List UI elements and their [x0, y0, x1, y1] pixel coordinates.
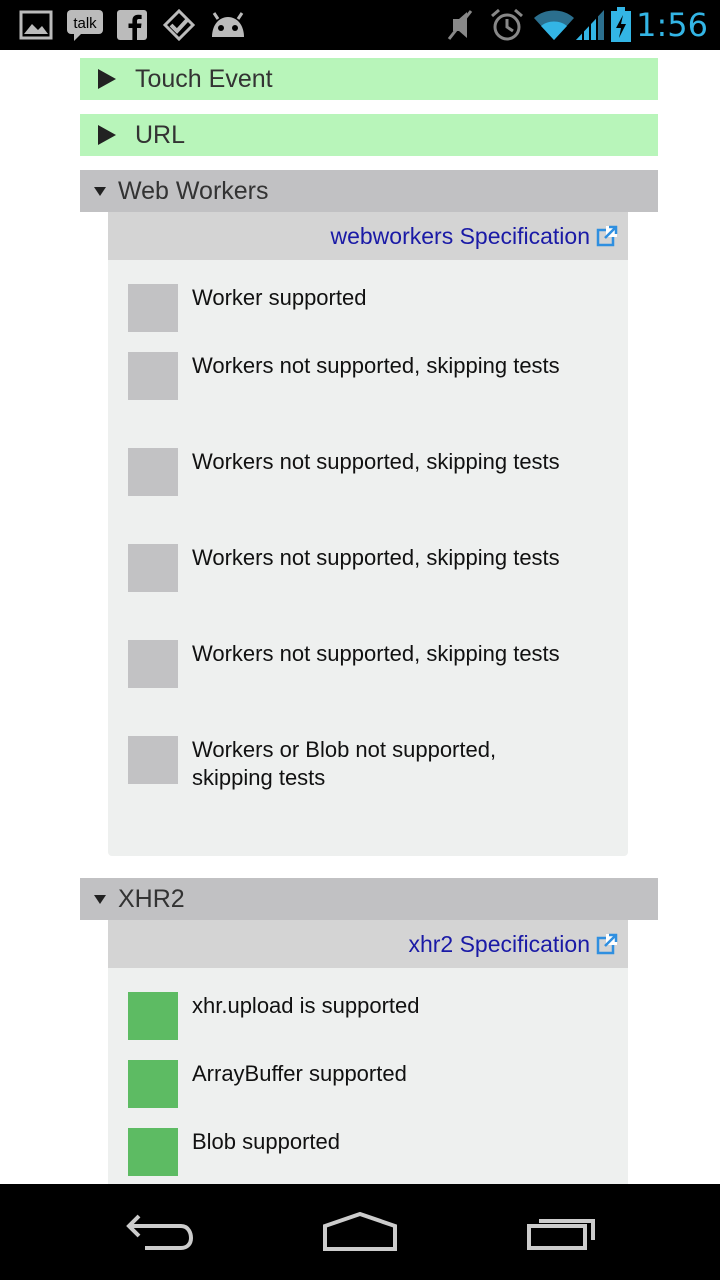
recent-apps-icon [527, 1219, 595, 1250]
section-title: Web Workers [118, 177, 269, 205]
section-web-workers[interactable]: Web Workers [80, 170, 658, 212]
expand-arrow-icon [98, 125, 116, 145]
wifi-icon [533, 0, 575, 50]
status-indicator [128, 284, 178, 332]
section-xhr2[interactable]: XHR2 [80, 878, 658, 920]
collapse-arrow-icon [94, 187, 106, 196]
status-indicator [128, 736, 178, 784]
xhr2-spec-link[interactable]: xhr2 Specification [408, 920, 590, 968]
status-bar: talk 1:56 [0, 0, 720, 50]
web-workers-panel: webworkers Specification Worker supporte… [108, 212, 628, 856]
test-label: Workers not supported, skipping tests [192, 641, 560, 666]
test-label: Workers not supported, skipping tests [192, 545, 560, 570]
mute-icon [442, 0, 478, 50]
battery-charging-icon [608, 0, 634, 50]
gallery-icon [18, 0, 54, 50]
status-indicator [128, 992, 178, 1040]
clock: 1:56 [636, 6, 708, 44]
alarm-icon [488, 0, 526, 50]
page-content[interactable]: Touch Event URL Web Workers webworkers S… [0, 50, 720, 1184]
task-check-icon [160, 0, 198, 50]
status-indicator [128, 640, 178, 688]
xhr2-panel: xhr2 Specification xhr.upload is support… [108, 920, 628, 1184]
expand-arrow-icon [98, 69, 116, 89]
status-indicator [128, 448, 178, 496]
status-indicator [128, 352, 178, 400]
test-label: Workers or Blob not supported, skipping … [192, 737, 497, 790]
android-icon [208, 0, 248, 50]
signal-icon [575, 0, 605, 50]
status-indicator [128, 1128, 178, 1176]
section-title: Touch Event [135, 65, 273, 93]
home-icon [323, 1212, 397, 1251]
navigation-bar [0, 1184, 720, 1280]
test-label: Workers not supported, skipping tests [192, 353, 560, 378]
test-label: Workers not supported, skipping tests [192, 449, 560, 474]
recent-apps-button[interactable] [492, 1184, 632, 1280]
test-label: Blob supported [192, 1129, 340, 1154]
home-button[interactable] [290, 1184, 430, 1280]
section-title: URL [135, 121, 186, 149]
external-link-icon[interactable] [596, 225, 618, 247]
status-indicator [128, 1060, 178, 1108]
test-label: ArrayBuffer supported [192, 1061, 407, 1086]
test-label: xhr.upload is supported [192, 993, 420, 1018]
facebook-icon [116, 0, 148, 50]
talk-icon: talk [66, 0, 104, 50]
back-button[interactable] [90, 1184, 230, 1280]
test-label: Worker supported [192, 285, 367, 310]
talk-icon-text: talk [73, 15, 97, 32]
section-url[interactable]: URL [80, 114, 658, 156]
external-link-icon[interactable] [596, 933, 618, 955]
collapse-arrow-icon [94, 895, 106, 904]
status-indicator [128, 544, 178, 592]
spec-bar: xhr2 Specification [108, 920, 628, 968]
section-title: XHR2 [118, 885, 185, 913]
back-icon [126, 1214, 194, 1250]
section-touch-event[interactable]: Touch Event [80, 58, 658, 100]
spec-bar: webworkers Specification [108, 212, 628, 260]
webworkers-spec-link[interactable]: webworkers Specification [330, 212, 590, 260]
